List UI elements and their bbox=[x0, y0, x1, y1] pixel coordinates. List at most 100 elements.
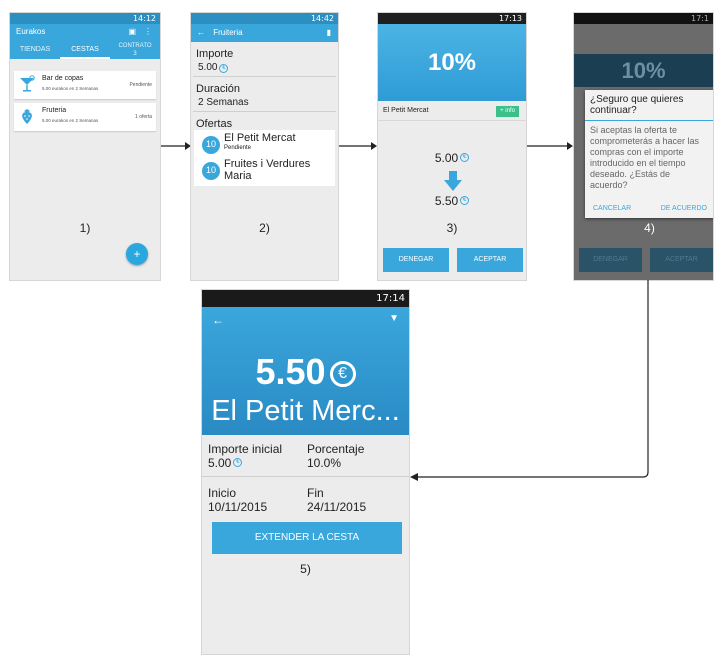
inicio-label: Inicio bbox=[208, 486, 237, 500]
amount: 5.50 bbox=[255, 351, 326, 392]
amount-display: 5.50 € bbox=[202, 351, 409, 393]
tab-tiendas[interactable]: TIENDAS bbox=[10, 40, 60, 59]
offer-item[interactable]: 10 El Petit Mercat Pendiente bbox=[194, 132, 335, 158]
merchant-row: El Petit Mercat + info bbox=[378, 101, 526, 121]
inicio: Inicio 10/11/2015 bbox=[208, 486, 267, 514]
eurako-icon: € bbox=[460, 153, 470, 162]
status-bar: 17:13 bbox=[378, 13, 526, 24]
importe-inicial: Importe inicial 5.00 € bbox=[208, 442, 282, 470]
screen-1: 14:12 Eurakos ▣ ⋮ TIENDAS CESTAS CONTRAT… bbox=[9, 12, 161, 281]
delete-icon[interactable]: ▮ bbox=[327, 24, 331, 42]
porcentaje-label: Porcentaje bbox=[307, 442, 365, 456]
app-title: Eurakos bbox=[16, 27, 46, 36]
app-bar: ← Fruiteria ▮ bbox=[191, 24, 338, 42]
status-bar: 14:42 bbox=[191, 13, 338, 24]
page-title: Fruiteria bbox=[213, 28, 243, 37]
status-bar: 14:12 bbox=[10, 13, 160, 24]
merchant-name: El Petit Merc... bbox=[211, 395, 400, 427]
divider bbox=[202, 476, 409, 477]
caption: 3) bbox=[446, 221, 458, 235]
strawberry-icon bbox=[18, 107, 36, 125]
app-bar: Eurakos ▣ ⋮ bbox=[10, 24, 160, 40]
cancel-button[interactable]: CANCELAR bbox=[593, 205, 631, 212]
back-icon[interactable]: ← bbox=[197, 28, 205, 37]
add-button[interactable]: + bbox=[126, 243, 148, 265]
tab-bar: TIENDAS CESTAS CONTRATO 3 bbox=[10, 40, 160, 59]
offer-badge: 10 bbox=[202, 162, 220, 180]
offers-list: 10 El Petit Mercat Pendiente 10 Fruites … bbox=[194, 130, 335, 186]
percent-header: 10% bbox=[574, 54, 713, 87]
offer-name: El Petit Mercat bbox=[224, 132, 296, 144]
status-time: 14:42 bbox=[310, 14, 334, 23]
flow-arrow bbox=[339, 142, 377, 150]
status-time: 17:14 bbox=[376, 293, 405, 304]
status-bar: 17:14 bbox=[202, 290, 409, 307]
confirm-dialog: ¿Seguro que quieres continuar? Si acepta… bbox=[585, 90, 713, 218]
flow-arrow bbox=[161, 142, 191, 150]
eurako-icon: € bbox=[460, 196, 470, 205]
flow-arrow bbox=[527, 142, 573, 150]
offer-status: Pendiente bbox=[224, 145, 252, 151]
item-title: Bar de copas bbox=[42, 75, 84, 82]
caption: 4) bbox=[644, 221, 655, 235]
item-status: Pendiente bbox=[129, 82, 152, 88]
duracion-label: Duración bbox=[196, 83, 241, 95]
more-info-button[interactable]: + info bbox=[496, 106, 519, 117]
agree-button[interactable]: DE ACUERDO bbox=[661, 205, 707, 212]
screen-3: 17:13 10% El Petit Mercat + info 5.00 € 5… bbox=[377, 12, 527, 281]
item-status: 1 oferta bbox=[135, 114, 152, 120]
offer-item[interactable]: 10 Fruites i Verdures Maria bbox=[194, 158, 335, 184]
status-time: 17:1 bbox=[691, 14, 709, 23]
porcentaje: Porcentaje 10.0% bbox=[307, 442, 364, 470]
dialog-title: ¿Seguro que quieres continuar? bbox=[585, 90, 713, 121]
fin-label: Fin bbox=[307, 486, 324, 500]
inicio-value: 10/11/2015 bbox=[208, 500, 268, 514]
to-amount-row: 5.50 € bbox=[378, 194, 526, 208]
cart-icon[interactable]: ▼ bbox=[389, 313, 399, 324]
list-item[interactable]: Fruteria 5.00 eurakos en 2 Semanas 1 ofe… bbox=[14, 103, 156, 131]
percent-header: 10% bbox=[378, 24, 526, 101]
amount-header: ← ▼ 5.50 € El Petit Merc... bbox=[202, 307, 409, 435]
status-time: 14:12 bbox=[132, 14, 156, 23]
item-subtitle: 5.00 eurakos en 2 Semanas bbox=[42, 86, 99, 91]
eurako-icon: € bbox=[219, 64, 229, 73]
tab-cestas[interactable]: CESTAS bbox=[60, 40, 110, 59]
importe-inicial-value: 5.00 bbox=[208, 456, 232, 470]
offer-name: Fruites i Verdures Maria bbox=[224, 158, 311, 182]
cart-icon[interactable]: ▣ bbox=[128, 24, 136, 40]
cocktail-icon bbox=[18, 75, 36, 93]
accept-button[interactable]: ACEPTAR bbox=[457, 248, 523, 272]
from-amount-row: 5.00 € bbox=[378, 151, 526, 165]
extend-basket-button[interactable]: EXTENDER LA CESTA bbox=[212, 522, 402, 554]
status-bar: 17:1 bbox=[574, 13, 713, 24]
tab-contrato[interactable]: CONTRATO 3 bbox=[110, 40, 160, 59]
deny-button[interactable]: DENEGAR bbox=[383, 248, 449, 272]
list-item[interactable]: Bar de copas 5.00 eurakos en 2 Semanas P… bbox=[14, 71, 156, 99]
offer-badge: 10 bbox=[202, 136, 220, 154]
merchant-name: El Petit Mercat bbox=[383, 107, 429, 114]
back-icon[interactable]: ← bbox=[212, 313, 224, 327]
status-time: 17:13 bbox=[498, 14, 522, 23]
fin: Fin 24/11/2015 bbox=[307, 486, 366, 514]
caption: 2) bbox=[259, 221, 270, 235]
accept-button[interactable]: ACEPTAR bbox=[650, 248, 713, 272]
to-amount: 5.50 bbox=[434, 194, 459, 208]
duracion-value: 2 Semanas bbox=[193, 95, 336, 112]
deny-button[interactable]: DENEGAR bbox=[579, 248, 642, 272]
eurako-icon: € bbox=[329, 361, 356, 388]
tab-contrato-label: CONTRATO bbox=[118, 43, 152, 49]
importe-inicial-label: Importe inicial bbox=[208, 442, 283, 456]
screen-5: 17:14 ← ▼ 5.50 € El Petit Merc... Importe… bbox=[201, 289, 410, 655]
item-subtitle: 5.00 eurakos en 2 Semanas bbox=[42, 118, 99, 123]
screen-4: 17:1 10% ¿Seguro que quieres continuar? … bbox=[573, 12, 714, 281]
screen-2: 14:42 ← Fruiteria ▮ Importe 5.00 € Duraci… bbox=[190, 12, 339, 281]
importe-value: 5.00 bbox=[198, 62, 218, 73]
porcentaje-value: 10.0% bbox=[307, 456, 342, 470]
flow-arrow bbox=[410, 280, 649, 481]
ofertas-label: Ofertas bbox=[196, 118, 233, 130]
eurako-icon: € bbox=[233, 458, 243, 467]
caption: 1) bbox=[79, 221, 91, 235]
tab-contrato-count: 3 bbox=[133, 51, 137, 57]
arrow-down-icon bbox=[444, 171, 462, 191]
overflow-menu-icon[interactable]: ⋮ bbox=[144, 24, 152, 40]
